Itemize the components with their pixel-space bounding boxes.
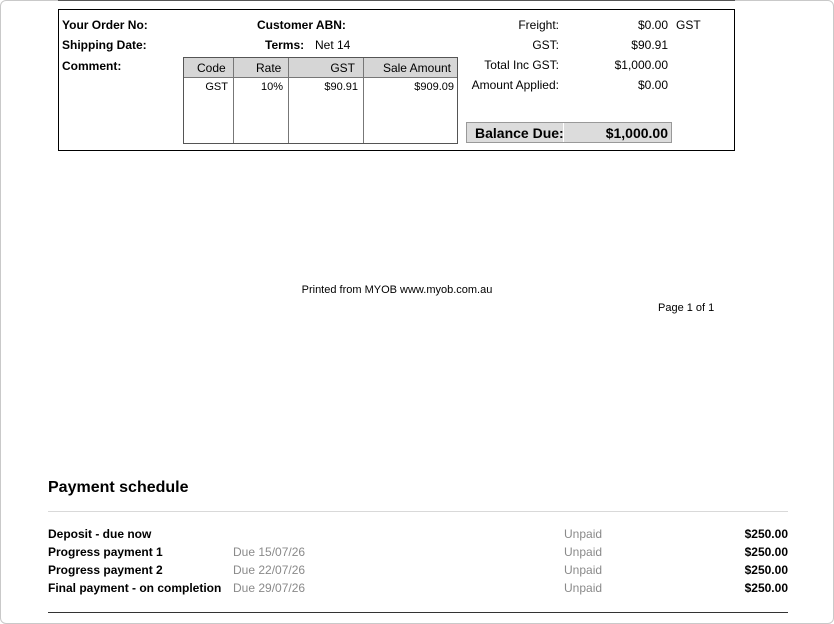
order-no-label: Your Order No: [62, 18, 148, 32]
schedule-item-amount: $250.00 [744, 563, 788, 577]
invoice-summary-box: Your Order No: Shipping Date: Comment: C… [58, 9, 735, 151]
tax-header-code: Code [197, 61, 226, 75]
payment-schedule-divider [48, 511, 788, 512]
tax-cell-rate: 10% [260, 81, 283, 93]
total-inc-gst-label: Total Inc GST: [484, 58, 559, 72]
page-number: Page 1 of 1 [658, 302, 715, 314]
shipping-date-label: Shipping Date: [62, 38, 147, 52]
schedule-item-amount: $250.00 [744, 545, 788, 559]
freight-value: $0.00 [637, 18, 668, 32]
amount-applied-label: Amount Applied: [471, 78, 559, 92]
freight-code: GST [676, 18, 701, 32]
total-inc-gst-value: $1,000.00 [614, 58, 668, 72]
schedule-item-due: Due 22/07/26 [233, 563, 306, 577]
schedule-item-name: Final payment - on completion [48, 581, 222, 595]
amount-applied-value: $0.00 [637, 78, 668, 92]
balance-due-box: Balance Due: $1,000.00 [466, 122, 672, 143]
schedule-item-due: Due 29/07/26 [233, 581, 306, 595]
schedule-item-amount: $250.00 [744, 527, 788, 541]
comment-label: Comment: [62, 59, 122, 73]
tax-table: Code Rate GST Sale Amount GST 10% $90.91… [183, 57, 458, 144]
printed-from-text: Printed from MYOB www.myob.com.au [301, 284, 493, 296]
schedule-row: Final payment - on completion Due 29/07/… [48, 581, 788, 599]
tax-header-rate: Rate [256, 61, 282, 75]
tax-cell-gst: $90.91 [324, 81, 358, 93]
schedule-item-name: Deposit - due now [48, 527, 152, 541]
schedule-item-status: Unpaid [564, 527, 603, 541]
gst-label: GST: [532, 38, 559, 52]
schedule-item-status: Unpaid [564, 581, 603, 595]
customer-abn-label: Customer ABN: [257, 18, 346, 32]
bottom-rule [48, 612, 788, 613]
schedule-item-due: Due 15/07/26 [233, 545, 306, 559]
freight-label: Freight: [518, 18, 559, 32]
terms-value: Net 14 [315, 38, 351, 52]
schedule-item-name: Progress payment 2 [48, 563, 163, 577]
schedule-row: Progress payment 1 Due 15/07/26 Unpaid $… [48, 545, 788, 563]
schedule-row: Progress payment 2 Due 22/07/26 Unpaid $… [48, 563, 788, 581]
balance-due-label: Balance Due: [475, 125, 564, 141]
payment-schedule-title: Payment schedule [48, 479, 189, 496]
schedule-item-amount: $250.00 [744, 581, 788, 595]
schedule-item-status: Unpaid [564, 545, 603, 559]
gst-value: $90.91 [631, 38, 668, 52]
tax-cell-code: GST [205, 81, 228, 93]
schedule-item-status: Unpaid [564, 563, 603, 577]
schedule-item-name: Progress payment 1 [48, 545, 163, 559]
top-rule [58, 0, 735, 1]
terms-label: Terms: [265, 38, 305, 52]
schedule-row: Deposit - due now Unpaid $250.00 [48, 527, 788, 545]
tax-header-gst: GST [330, 61, 355, 75]
balance-due-value: $1,000.00 [605, 125, 668, 141]
